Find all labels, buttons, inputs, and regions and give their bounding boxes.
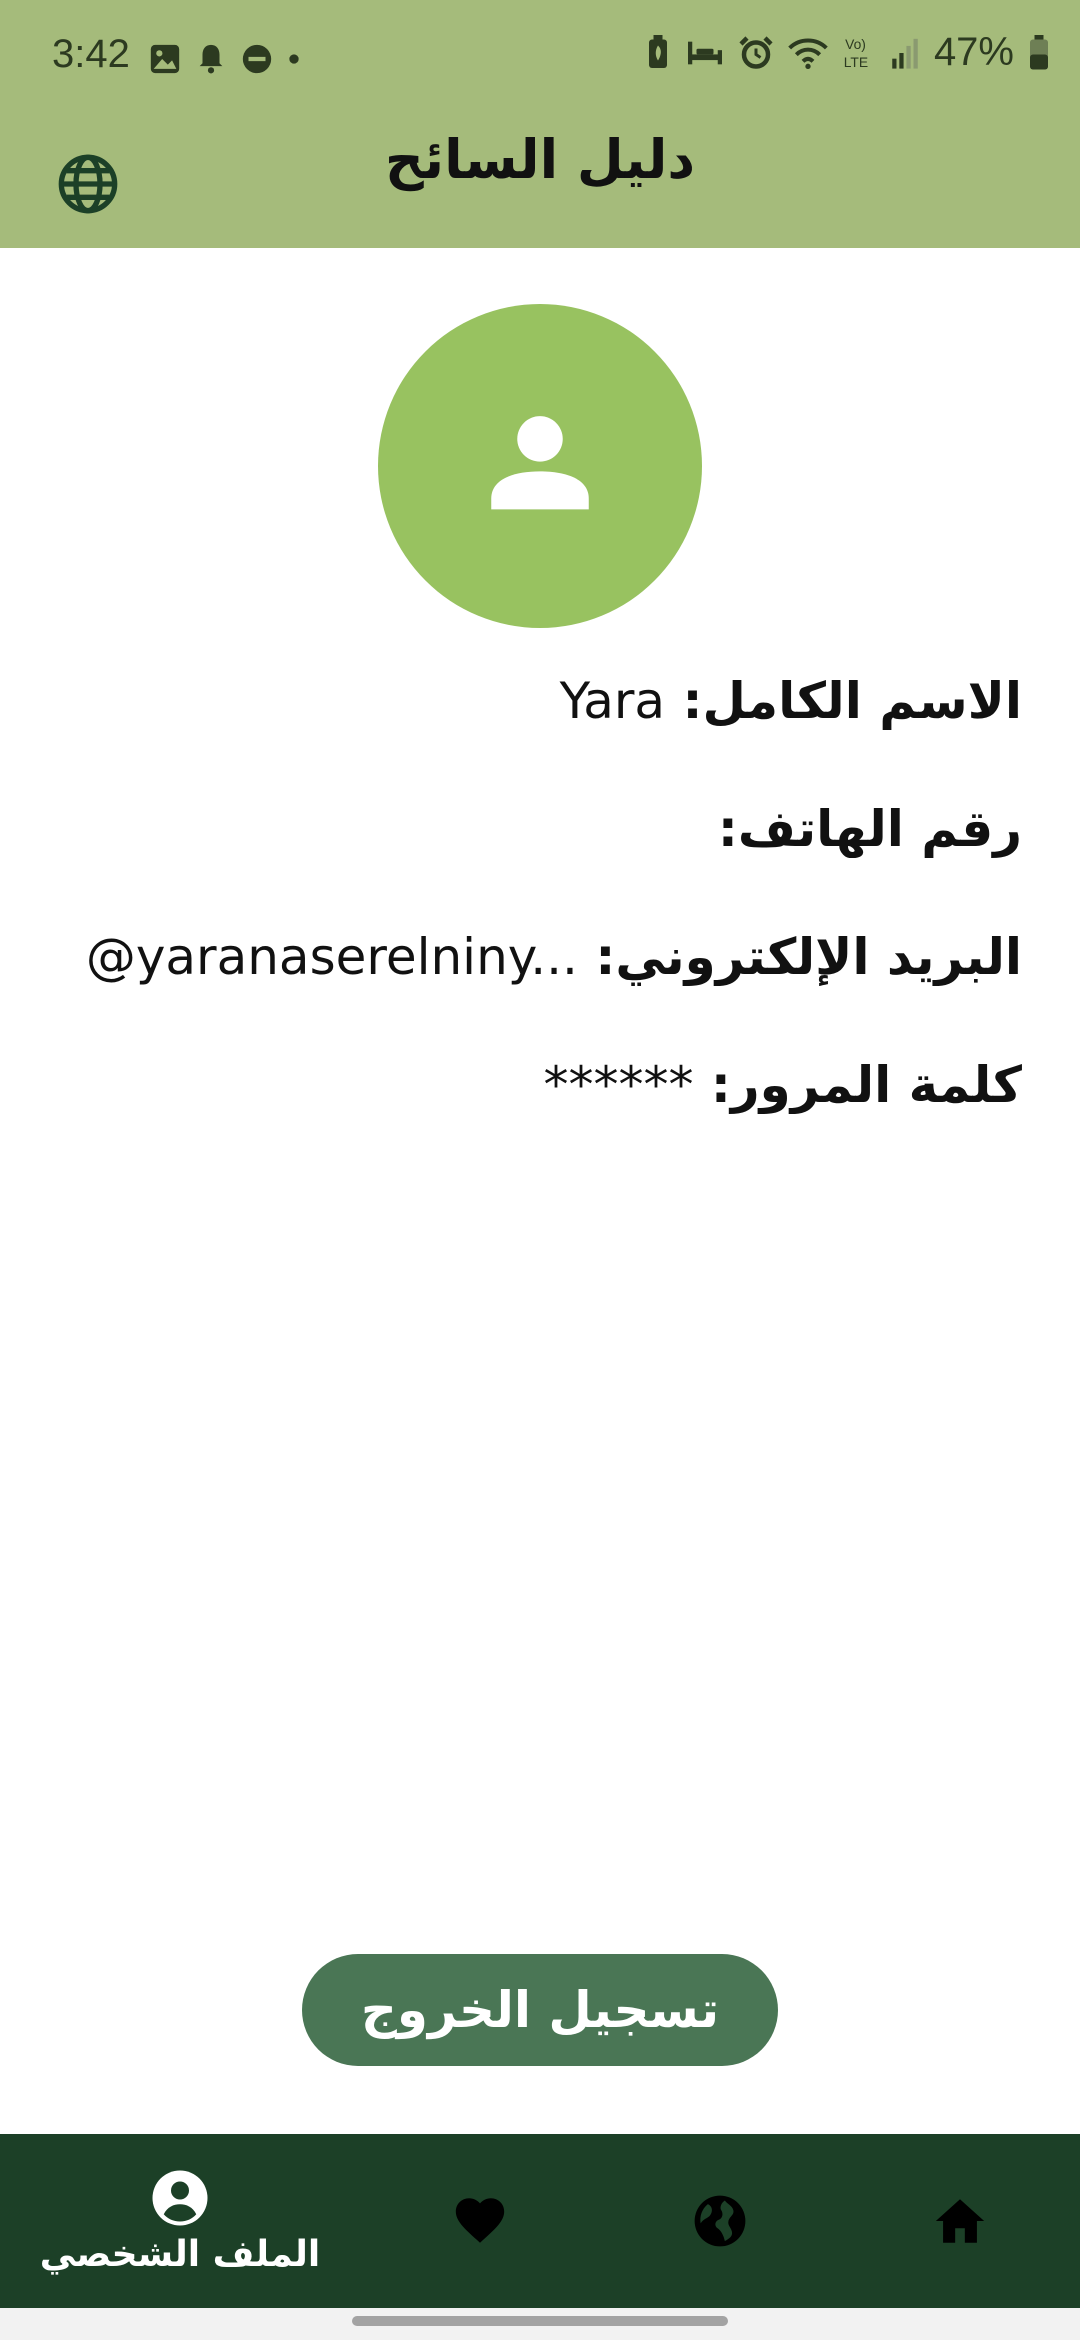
dot-icon [289,54,299,64]
account-circle-icon [152,2170,208,2225]
bottom-navigation: الملف الشخصي [0,2134,1080,2308]
svg-text:Vo): Vo) [845,35,866,51]
system-navigation-bar [0,2308,1080,2340]
heart-icon [455,2198,505,2243]
gallery-icon [150,44,180,74]
status-notification-icons [148,42,302,76]
password-value: ****** [543,1056,694,1114]
status-time: 3:42 [52,32,130,76]
battery-percentage: 47% [933,30,1014,74]
svg-text:LTE: LTE [844,53,868,69]
phone-label: رقم الهاتف: [717,800,1022,858]
bell-icon [199,44,223,74]
globe-icon [694,2195,746,2247]
bed-icon [687,41,722,64]
battery-icon [1030,34,1048,69]
nav-profile[interactable]: الملف الشخصي [20,2134,340,2308]
full-name-row: الاسم الكامل: Yara [42,672,1022,730]
full-name-label: الاسم الكامل: [682,672,1022,730]
nav-favorites[interactable] [400,2134,560,2308]
email-value: @yaranaserelniny... [85,928,578,986]
status-bar: 3:42 Vo) LTE 47% [0,0,1080,118]
person-icon [491,416,589,510]
signal-icon [892,38,918,69]
status-system-icons: Vo) LTE 47% [644,30,1050,75]
do-not-disturb-icon [242,44,272,74]
nav-home[interactable] [880,2134,1040,2308]
nav-profile-label: الملف الشخصي [39,2233,321,2275]
wifi-icon [788,38,828,69]
volte-lte-icon: Vo) LTE [844,35,868,69]
avatar [378,304,702,628]
email-label: البريد الإلكتروني: [595,928,1022,986]
page-title: دليل السائح [384,128,696,191]
alarm-icon [739,35,773,69]
home-indicator[interactable] [352,2316,728,2326]
nav-explore[interactable] [640,2134,800,2308]
password-label: كلمة المرور: [710,1056,1022,1114]
app-bar: دليل السائح [0,118,1080,248]
full-name-value: Yara [559,672,666,730]
phone-row: رقم الهاتف: [42,800,1022,858]
password-row: كلمة المرور: ****** [42,1056,1022,1114]
home-icon [935,2199,985,2243]
email-row: البريد الإلكتروني: @yaranaserelniny... [42,928,1022,986]
battery-saver-icon [648,34,667,68]
logout-button[interactable]: تسجيل الخروج [302,1954,778,2066]
